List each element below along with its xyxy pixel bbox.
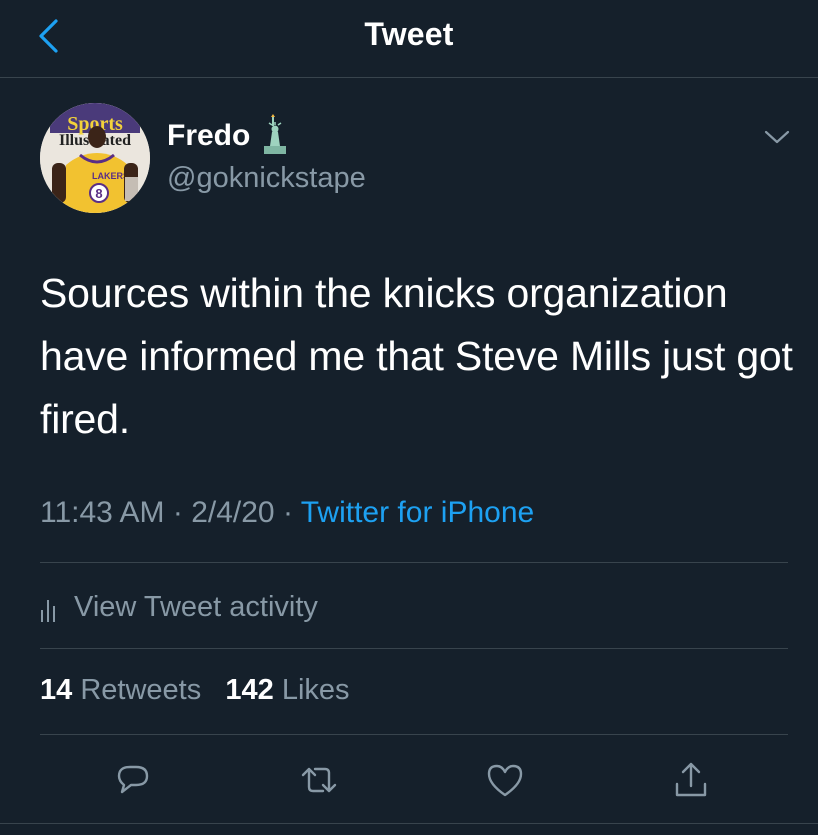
tweet-date: 2/4/20 bbox=[191, 496, 275, 529]
retweet-button[interactable] bbox=[294, 755, 344, 805]
display-name-text: Fredo bbox=[167, 119, 251, 152]
likes-label: Likes bbox=[281, 674, 350, 706]
likes-stat[interactable]: 142 Likes bbox=[225, 674, 349, 706]
retweets-label: Retweets bbox=[80, 674, 202, 706]
retweet-icon bbox=[301, 767, 337, 793]
tweet-stats: 14 Retweets 142 Likes bbox=[40, 674, 350, 707]
divider bbox=[40, 648, 788, 649]
share-button[interactable] bbox=[666, 755, 716, 805]
user-handle[interactable]: @goknickstape bbox=[167, 162, 366, 195]
meta-separator: · bbox=[164, 496, 192, 529]
chevron-down-icon bbox=[764, 130, 790, 144]
tweet-detail-screen: Tweet Sports Illustrated LAKERS 8 Fredo bbox=[0, 0, 818, 835]
tweet-action-bar bbox=[0, 755, 818, 805]
like-icon bbox=[487, 764, 523, 797]
reply-button[interactable] bbox=[108, 755, 158, 805]
divider bbox=[40, 562, 788, 563]
tweet-text: Sources within the knicks organization h… bbox=[40, 270, 793, 442]
svg-text:LAKERS: LAKERS bbox=[92, 171, 129, 181]
bottom-divider bbox=[0, 823, 818, 824]
statue-of-liberty-icon bbox=[264, 114, 287, 154]
like-button[interactable] bbox=[480, 755, 530, 805]
tweet-source-link[interactable]: Twitter for iPhone bbox=[301, 496, 534, 529]
avatar[interactable]: Sports Illustrated LAKERS 8 bbox=[40, 103, 150, 213]
divider bbox=[40, 734, 788, 735]
retweets-count: 14 bbox=[40, 674, 73, 706]
tweet-time: 11:43 AM bbox=[40, 496, 165, 529]
top-navigation-bar: Tweet bbox=[0, 0, 818, 78]
more-options-button[interactable] bbox=[760, 122, 794, 152]
share-icon bbox=[675, 762, 707, 797]
meta-separator: · bbox=[274, 496, 301, 529]
avatar-image: Sports Illustrated LAKERS 8 bbox=[40, 103, 150, 213]
retweets-stat[interactable]: 14 Retweets bbox=[40, 674, 201, 706]
tweet-metadata: 11:43 AM · 2/4/20 · Twitter for iPhone bbox=[40, 496, 534, 530]
likes-count: 142 bbox=[225, 674, 274, 706]
view-tweet-activity-label: View Tweet activity bbox=[74, 590, 318, 623]
view-tweet-activity-button[interactable]: View Tweet activity bbox=[40, 587, 318, 627]
reply-icon bbox=[117, 765, 149, 794]
svg-text:8: 8 bbox=[95, 186, 102, 201]
analytics-icon bbox=[41, 600, 55, 622]
display-name[interactable]: Fredo bbox=[167, 114, 288, 154]
page-title: Tweet bbox=[364, 16, 454, 52]
